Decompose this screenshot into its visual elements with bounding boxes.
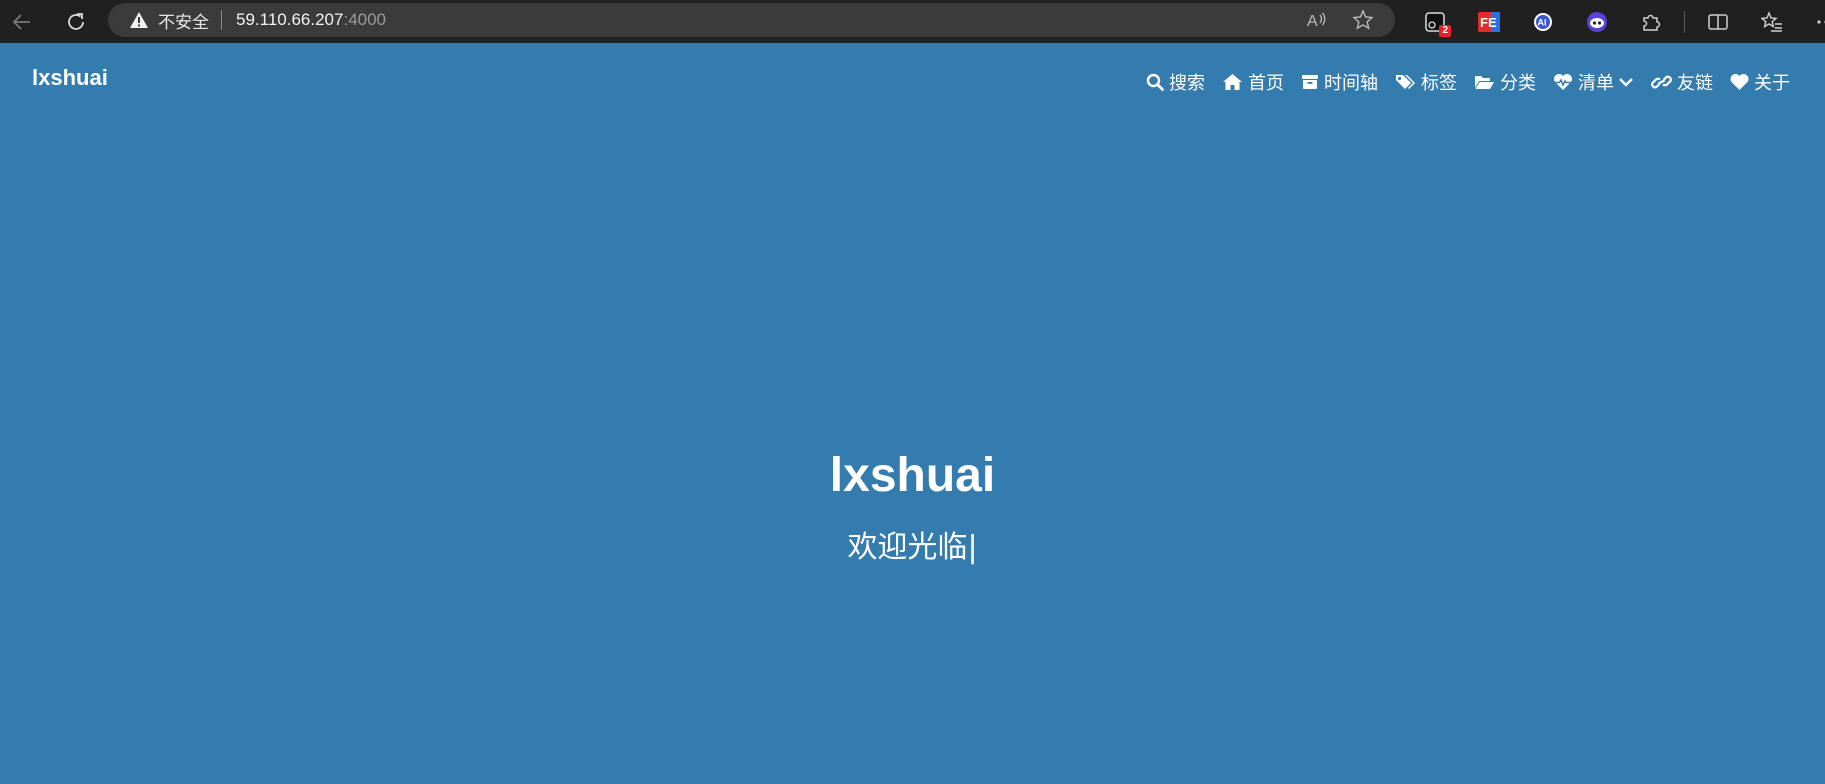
url-host[interactable]: 59.110.66.207 xyxy=(236,10,343,30)
mascot-icon xyxy=(1587,11,1607,32)
nav-item-tags[interactable]: 标签 xyxy=(1395,69,1457,95)
more-options-button[interactable] xyxy=(1799,0,1825,43)
svg-text:A: A xyxy=(1307,13,1318,30)
arrow-left-icon xyxy=(12,13,30,30)
hero-title: lxshuai xyxy=(829,449,996,502)
typing-cursor: | xyxy=(967,530,978,565)
read-aloud-icon[interactable]: A xyxy=(1305,8,1329,32)
nav-item-list-dropdown[interactable]: 清单 xyxy=(1553,69,1634,95)
chevron-down-icon xyxy=(1619,78,1633,87)
toolbar-divider xyxy=(1684,10,1685,33)
hero-subtitle: 欢迎光临| xyxy=(0,522,1825,566)
more-options-icon xyxy=(1817,19,1825,24)
extensions-menu-button[interactable] xyxy=(1624,0,1678,43)
url-port[interactable]: :4000 xyxy=(343,10,386,30)
fe-extension-label: FE xyxy=(1480,15,1497,30)
archive-icon xyxy=(1302,75,1318,89)
back-button[interactable] xyxy=(0,0,44,43)
nav-item-label: 标签 xyxy=(1421,73,1457,94)
heart-icon xyxy=(1730,74,1749,90)
security-label[interactable]: 不安全 xyxy=(158,8,209,33)
nav-item-search[interactable]: 搜索 xyxy=(1146,69,1205,95)
ai-extension-label: AI xyxy=(1538,17,1547,27)
nav-item-label: 友链 xyxy=(1677,73,1713,94)
split-screen-button[interactable] xyxy=(1691,0,1745,43)
folder-open-icon xyxy=(1475,76,1494,89)
nav-item-timeline[interactable]: 时间轴 xyxy=(1301,69,1378,95)
ai-extension-button[interactable]: AI xyxy=(1516,0,1570,43)
heartbeat-icon xyxy=(1554,74,1572,90)
divider xyxy=(221,10,222,30)
nav-item-about[interactable]: 关于 xyxy=(1730,69,1790,95)
site-navbar: lxshuai 搜索 首页 时间轴 标签 分类 清单 友链 关于 xyxy=(0,43,1825,123)
nav-item-label: 首页 xyxy=(1248,73,1284,94)
ai-assistant-icon: AI xyxy=(1534,12,1552,31)
puzzle-icon xyxy=(1643,14,1661,31)
nav-menu: 搜索 首页 时间轴 标签 分类 清单 友链 关于 xyxy=(1146,69,1790,95)
mascot-extension-button[interactable] xyxy=(1570,0,1624,43)
address-bar[interactable]: 不安全 59.110.66.207:4000 A xyxy=(108,3,1395,37)
nav-item-label: 清单 xyxy=(1578,73,1614,94)
fe-helper-icon: FE xyxy=(1478,11,1500,32)
favorites-button[interactable] xyxy=(1745,0,1799,43)
home-icon xyxy=(1223,74,1242,90)
site-brand[interactable]: lxshuai xyxy=(32,65,108,91)
nav-item-label: 搜索 xyxy=(1169,73,1205,94)
nav-item-label: 分类 xyxy=(1500,73,1536,94)
fe-extension-button[interactable]: FE xyxy=(1462,0,1516,43)
nav-item-home[interactable]: 首页 xyxy=(1222,69,1284,95)
nav-item-label: 时间轴 xyxy=(1324,73,1378,94)
search-icon xyxy=(1146,73,1164,91)
nav-item-label: 关于 xyxy=(1754,73,1790,94)
extensions-bar: 2 FE AI xyxy=(1408,0,1825,43)
link-icon xyxy=(1651,75,1672,89)
nav-item-categories[interactable]: 分类 xyxy=(1474,69,1536,95)
favorites-list-icon xyxy=(1761,10,1782,32)
nav-item-friend-links[interactable]: 友链 xyxy=(1651,69,1713,95)
tags-icon xyxy=(1396,75,1415,89)
extension-badge: 2 xyxy=(1439,25,1451,37)
reload-button[interactable] xyxy=(54,0,98,43)
hero-subtitle-text: 欢迎光临 xyxy=(847,530,968,565)
browser-toolbar: 不安全 59.110.66.207:4000 A 2 FE AI xyxy=(0,0,1825,43)
warning-icon[interactable] xyxy=(128,10,150,30)
split-screen-icon xyxy=(1708,13,1728,30)
extension-button[interactable]: 2 xyxy=(1408,0,1462,43)
reload-icon xyxy=(68,12,84,30)
favorite-star-icon[interactable] xyxy=(1351,8,1375,32)
